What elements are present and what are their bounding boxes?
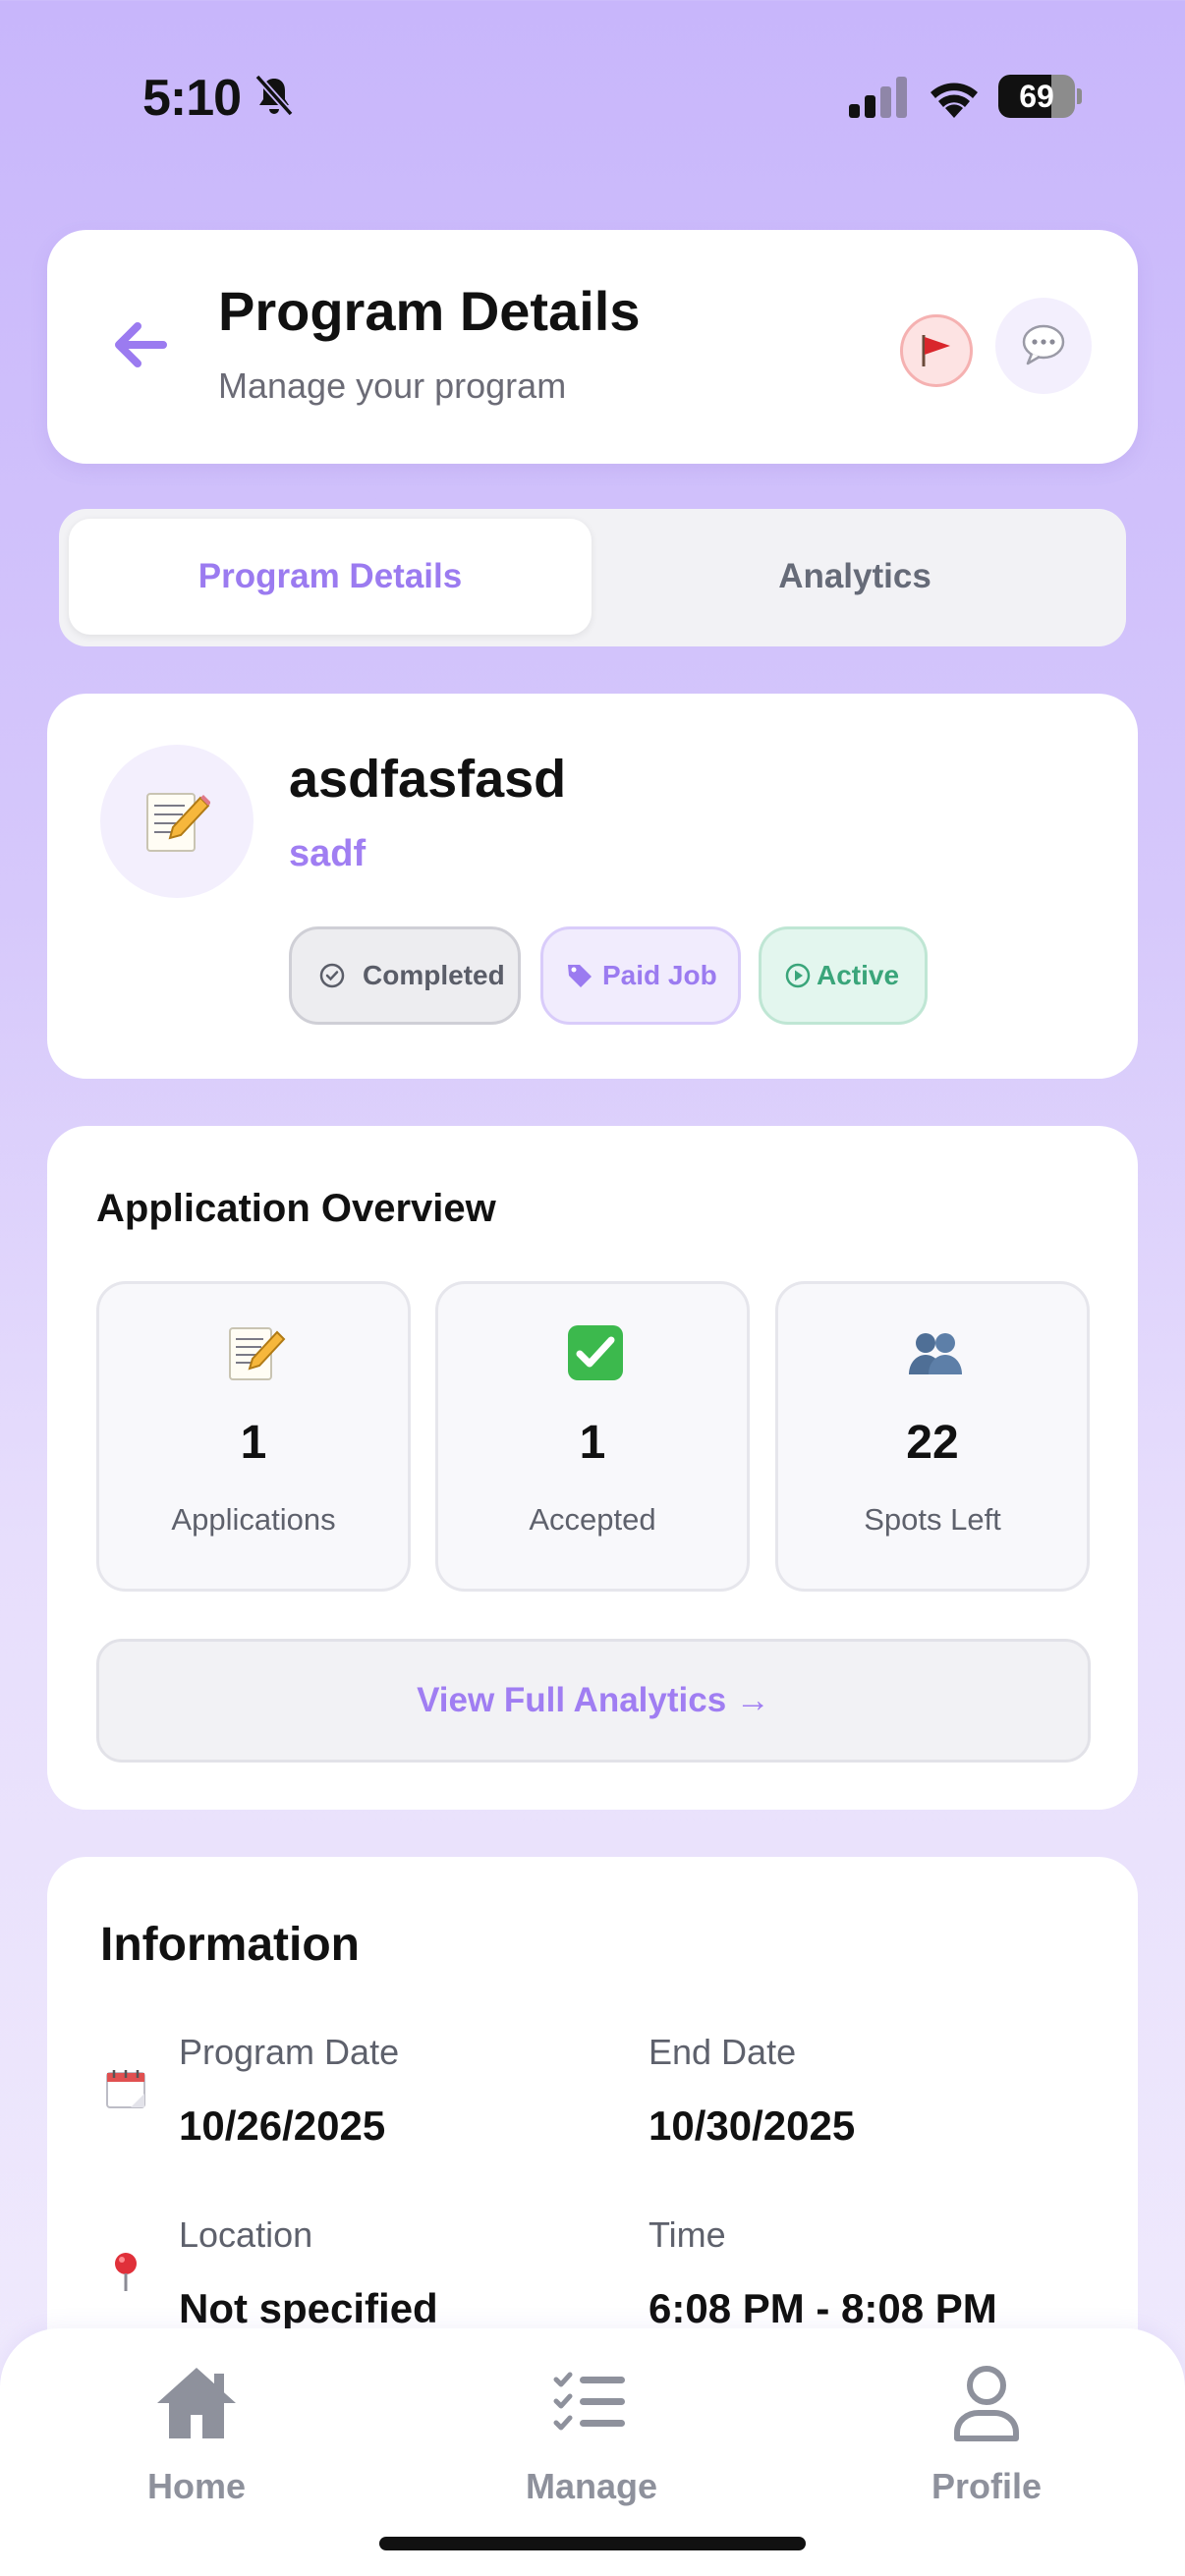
nav-item-home[interactable]: Home [79,2364,314,2511]
badge-label: Active [817,960,900,990]
status-time: 5:10 [142,70,242,127]
nav-label: Home [146,2466,247,2506]
page-title: Program Details [218,280,641,342]
application-overview-card: Application Overview 1 Applications 1 Ac… [47,1126,1138,1810]
location-pin-icon [115,2253,137,2291]
stat-accepted: 1 Accepted [435,1281,750,1592]
message-button[interactable] [995,298,1092,394]
status-badge-completed: Completed [289,926,521,1025]
home-indicator [379,2537,806,2550]
tab-bar: Program Details Analytics [59,509,1126,646]
cellular-signal-icon [849,77,907,118]
header-card: Program Details Manage your program [47,230,1138,464]
stat-spots-left: 22 Spots Left [775,1281,1090,1592]
speech-bubble-icon [1022,324,1065,365]
back-arrow-icon[interactable] [106,310,175,379]
program-summary-card: asdfasfasd sadf Completed Paid Job Activ… [47,694,1138,1079]
nav-label: Manage [525,2466,658,2506]
memo-icon [229,1327,286,1380]
battery-indicator: 69 [998,75,1082,118]
status-badge-active: Active [759,926,928,1025]
time-value: 6:08 PM - 8:08 PM [649,2285,997,2331]
report-flag-button[interactable] [900,314,973,387]
nav-item-profile[interactable]: Profile [869,2364,1104,2511]
stat-label: Spots Left [864,1502,1001,1537]
program-date-value: 10/26/2025 [179,2102,386,2149]
stat-value: 22 [906,1417,959,1469]
program-organization: sadf [289,833,367,874]
check-circle-icon [319,963,345,988]
end-date-label: End Date [649,2032,797,2072]
stat-value: 1 [579,1417,606,1469]
wifi-icon [931,83,978,118]
page-subtitle: Manage your program [218,365,567,406]
home-icon [157,2368,236,2438]
view-full-analytics-button[interactable]: View Full Analytics → [96,1639,1091,1763]
tab-analytics[interactable]: Analytics [593,519,1116,635]
stat-label: Applications [171,1502,336,1537]
checklist-icon [553,2372,625,2431]
memo-icon [146,793,210,852]
person-icon [954,2366,1019,2441]
time-label: Time [649,2214,726,2255]
red-flag-icon [922,335,950,366]
location-value: Not specified [179,2285,438,2331]
badge-label: Completed [363,960,505,990]
location-label: Location [179,2214,313,2255]
check-mark-button-icon [568,1325,623,1380]
calendar-icon [106,2070,145,2108]
type-badge-paid-job: Paid Job [540,926,741,1025]
program-name: asdfasfasd [289,750,567,809]
people-icon [909,1333,962,1374]
stat-label: Accepted [529,1502,656,1537]
bell-slash-icon [254,74,294,117]
stat-applications: 1 Applications [96,1281,411,1592]
section-title: Application Overview [96,1187,496,1230]
play-circle-icon [785,963,811,988]
end-date-value: 10/30/2025 [649,2102,856,2149]
status-bar: 5:10 69 [0,0,1185,187]
program-avatar [100,745,254,898]
program-date-label: Program Date [179,2032,400,2072]
battery-percent: 69 [1019,79,1054,114]
stat-value: 1 [240,1417,267,1469]
tag-icon [568,965,592,987]
badge-label: Paid Job [602,960,717,990]
nav-label: Profile [931,2466,1043,2506]
tab-program-details[interactable]: Program Details [69,519,592,635]
section-title: Information [100,1919,360,1971]
nav-item-manage[interactable]: Manage [474,2364,709,2511]
